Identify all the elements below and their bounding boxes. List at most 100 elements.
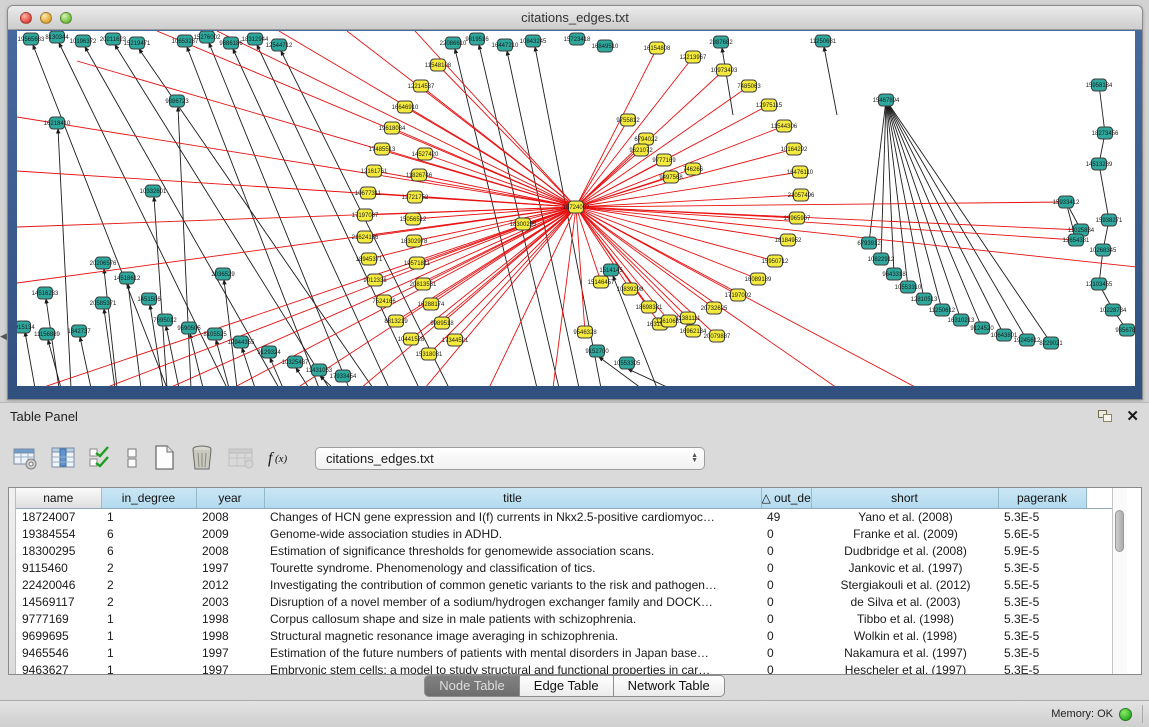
graph-node[interactable]: 21624106	[352, 231, 379, 243]
graph-node[interactable]: 14527420	[412, 148, 439, 160]
select-functions-icon[interactable]	[88, 445, 113, 471]
graph-node[interactable]: 16154808	[644, 42, 671, 54]
graph-node[interactable]: 9590505	[177, 322, 201, 334]
graph-node[interactable]: 8813219	[384, 315, 408, 327]
table-row[interactable]: 977716911998Corpus callosum shape and si…	[16, 610, 1112, 627]
table-row[interactable]: 946554611997Estimation of the future num…	[16, 644, 1112, 661]
graph-node[interactable]: 15318031	[416, 348, 443, 360]
table-settings-icon[interactable]	[12, 445, 39, 471]
graph-node[interactable]: 20732625	[701, 302, 728, 314]
graph-node[interactable]: 9886723	[165, 95, 189, 107]
table-row[interactable]: 946362711997Embryonic stem cells: a mode…	[16, 661, 1112, 674]
graph-node[interactable]: 12721752	[402, 191, 429, 203]
graph-node[interactable]: 16447210	[492, 39, 519, 51]
graph-node[interactable]: 11156889	[34, 328, 60, 340]
graph-node[interactable]: 22086610	[440, 37, 467, 49]
graph-node[interactable]: 10553310	[895, 281, 922, 293]
graph-node[interactable]: 10843245	[520, 35, 547, 47]
graph-node[interactable]: 15938271	[1096, 214, 1123, 226]
graph-node[interactable]: 12975115	[756, 99, 783, 111]
graph-node[interactable]: 12213967	[680, 51, 707, 63]
graph-node[interactable]: 10228734	[1100, 304, 1127, 316]
column-header-pagerank[interactable]: pagerank	[998, 488, 1086, 508]
graph-node[interactable]: 12161761	[361, 165, 388, 177]
graph-node[interactable]: 18273456	[1092, 127, 1119, 139]
graph-node[interactable]: 19245612	[1014, 334, 1041, 346]
scrollbar-thumb[interactable]	[1115, 510, 1124, 552]
graph-node[interactable]: 10441528	[398, 333, 425, 345]
graph-node[interactable]: 8105525	[203, 328, 227, 340]
graph-node[interactable]: 12103455	[1086, 278, 1113, 290]
graph-node[interactable]: 15933412	[1053, 196, 1080, 208]
network-canvas[interactable]: 1872400711548108122145371664691019618034…	[17, 31, 1135, 386]
table-row[interactable]: 969969511998Structural magnetic resonanc…	[16, 627, 1112, 644]
graph-node[interactable]: 10677311	[355, 187, 382, 199]
graph-node[interactable]: 10196372	[70, 35, 97, 47]
new-table-icon[interactable]	[151, 444, 177, 472]
delete-table-icon[interactable]	[188, 444, 216, 472]
graph-node[interactable]: 7695012	[153, 314, 177, 326]
network-window-titlebar[interactable]: citations_edges.txt	[8, 6, 1142, 30]
graph-node[interactable]: 10553305	[614, 357, 641, 369]
graph-node[interactable]: 16089189	[745, 273, 772, 285]
show-columns-icon[interactable]	[50, 445, 77, 471]
graph-node[interactable]: 11826746	[406, 169, 433, 181]
graph-node[interactable]: 7485063	[737, 80, 761, 92]
graph-node[interactable]: 17197087	[352, 209, 379, 221]
graph-node[interactable]: 9989518	[430, 317, 454, 329]
graph-node[interactable]: 19565683	[18, 33, 45, 45]
graph-node[interactable]: 15723418	[564, 33, 591, 45]
graph-node[interactable]: 14513289	[1086, 158, 1113, 170]
graph-node[interactable]: 15950712	[762, 255, 789, 267]
graph-node[interactable]: 9819516	[465, 33, 489, 45]
graph-node[interactable]: 18698321	[636, 301, 663, 313]
graph-node[interactable]: 16849510	[592, 40, 619, 52]
graph-node[interactable]: 15467894	[873, 94, 900, 106]
graph-node[interactable]: 3915134	[17, 321, 35, 333]
memory-indicator[interactable]: Memory: OK	[1051, 708, 1132, 721]
graph-node[interactable]: 8130344	[45, 31, 69, 43]
graph-node[interactable]: 17197092	[725, 289, 752, 301]
tab-node-table[interactable]: Node Table	[424, 675, 520, 697]
column-header-short[interactable]: short	[811, 488, 998, 508]
graph-node[interactable]: 12214537	[408, 80, 435, 92]
table-row[interactable]: 2242004622012Investigating the contribut…	[16, 576, 1112, 593]
graph-node[interactable]: 8229021	[1039, 337, 1063, 349]
graph-node[interactable]: 20585371	[90, 297, 117, 309]
graph-node[interactable]: 9152700	[585, 345, 609, 357]
column-header-title[interactable]: title	[264, 488, 761, 508]
graph-node[interactable]: 6793912	[857, 237, 881, 249]
table-row[interactable]: 911546021997Tourette syndrome. Phenomeno…	[16, 559, 1112, 576]
graph-node[interactable]: 746266	[683, 163, 704, 175]
graph-node[interactable]: 1342737	[67, 325, 91, 337]
graph-node[interactable]: 10164292	[781, 143, 808, 155]
table-row[interactable]: 1830029562008Estimation of significance …	[16, 542, 1112, 559]
graph-node[interactable]: 9012336	[363, 274, 387, 286]
graph-node[interactable]: 18184952	[775, 234, 802, 246]
graph-node[interactable]: 15219471	[124, 37, 151, 49]
graph-node[interactable]: 11250612	[929, 304, 956, 316]
column-header-year[interactable]: year	[196, 488, 264, 508]
tab-network-table[interactable]: Network Table	[614, 675, 725, 697]
minimize-window-button[interactable]	[40, 12, 52, 24]
graph-node[interactable]: 16476110	[787, 166, 814, 178]
close-window-button[interactable]	[20, 12, 32, 24]
graph-node[interactable]: 17933454	[330, 370, 357, 382]
graph-node[interactable]: 12810513	[911, 293, 938, 305]
graph-node[interactable]: 9755812	[616, 114, 640, 126]
graph-node[interactable]: 11250681	[810, 35, 837, 47]
graph-node[interactable]: 20206576	[90, 257, 117, 269]
graph-node[interactable]: 20079887	[704, 330, 731, 342]
float-panel-icon[interactable]	[1098, 410, 1112, 423]
graph-node[interactable]: 10332601	[140, 185, 167, 197]
column-header-in_degree[interactable]: in_degree	[101, 488, 196, 508]
table-row[interactable]: 1872400712008Changes of HCN gene express…	[16, 508, 1112, 525]
zoom-window-button[interactable]	[60, 12, 72, 24]
table-row[interactable]: 1938455462009Genome-wide association stu…	[16, 525, 1112, 542]
graph-node[interactable]: 10325437	[282, 356, 309, 368]
table-selector-dropdown[interactable]: citations_edges.txt ▲▼	[315, 447, 705, 470]
column-header-name[interactable]: name	[16, 488, 101, 508]
graph-node[interactable]: 20813551	[410, 278, 437, 290]
graph-node[interactable]: 14516233	[32, 287, 59, 299]
close-panel-icon[interactable]: ✕	[1126, 410, 1139, 424]
